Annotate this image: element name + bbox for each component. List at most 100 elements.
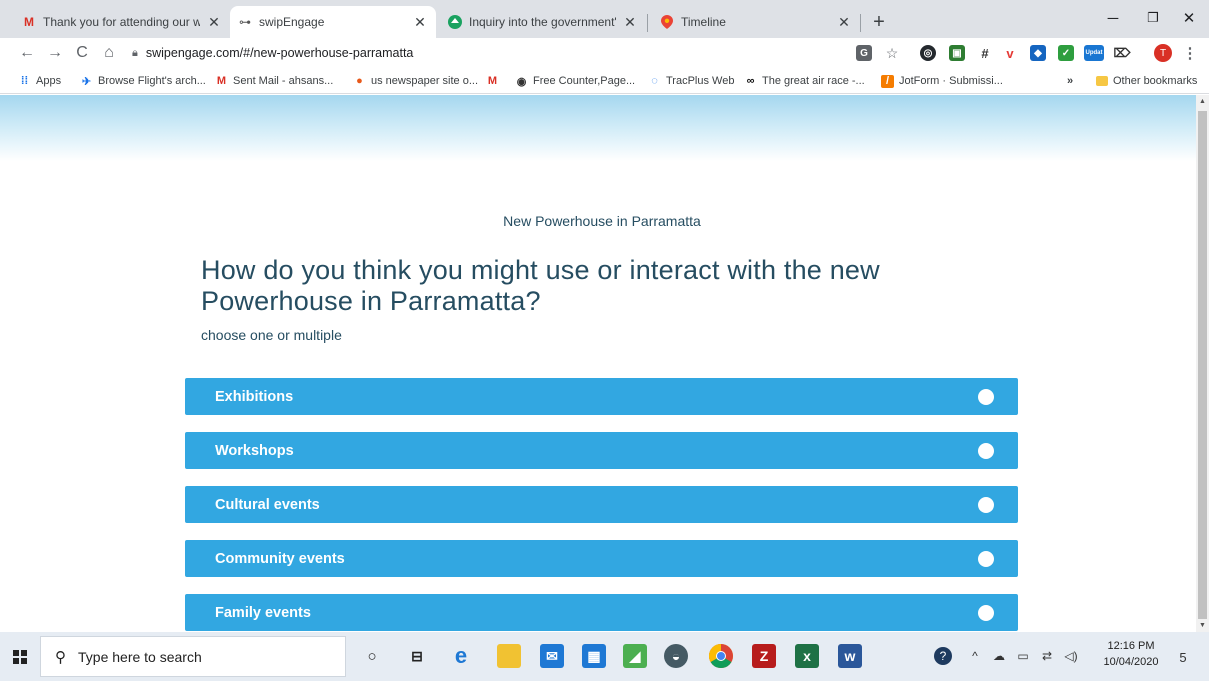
- option-radio[interactable]: [978, 496, 994, 513]
- tab-swipengage[interactable]: ⊶ swipEngage ✕: [230, 6, 436, 38]
- option-workshops[interactable]: Workshops: [185, 432, 1018, 469]
- close-icon[interactable]: ✕: [836, 14, 852, 30]
- filezilla-icon[interactable]: Z: [752, 644, 776, 668]
- question-hint: choose one or multiple: [201, 327, 342, 343]
- other-bookmarks-folder[interactable]: Other bookmarks: [1096, 72, 1197, 90]
- reload-button[interactable]: C: [71, 42, 93, 64]
- store-icon[interactable]: ▦: [582, 644, 606, 668]
- extension-update-icon[interactable]: Updat: [1084, 45, 1104, 61]
- close-icon[interactable]: ✕: [622, 14, 638, 30]
- swipengage-icon: ⊶: [239, 15, 251, 29]
- page-content: New Powerhouse in Parramatta How do you …: [0, 95, 1196, 632]
- close-icon[interactable]: ✕: [206, 14, 222, 30]
- photos-icon[interactable]: ◢: [623, 644, 647, 668]
- bookmark-tracplus[interactable]: ◌ TracPlus Web: [648, 72, 734, 90]
- jotform-icon: /: [881, 74, 894, 88]
- battery-icon[interactable]: ▭: [1014, 647, 1032, 665]
- scroll-down-arrow-icon[interactable]: ▼: [1196, 619, 1209, 632]
- bookmark-apps[interactable]: ⁞⁞ Apps: [18, 72, 61, 90]
- newspaper-icon: ●: [356, 75, 363, 87]
- extension-save-icon[interactable]: ▣: [949, 45, 965, 61]
- abc-logo-icon: ∞: [746, 75, 755, 87]
- extension-v-icon[interactable]: v: [1002, 45, 1018, 61]
- bookmark-label: JotForm · Submissi...: [899, 75, 1003, 87]
- excel-icon[interactable]: x: [795, 644, 819, 668]
- bookmark-newspaper[interactable]: ● us newspaper site o...: [353, 72, 478, 90]
- option-radio[interactable]: [978, 388, 994, 405]
- vertical-scrollbar[interactable]: ▲ ▼: [1196, 95, 1209, 632]
- tab-timeline[interactable]: Timeline ✕: [652, 6, 860, 38]
- option-radio[interactable]: [978, 442, 994, 459]
- tab-title: Inquiry into the government's ma: [469, 15, 616, 29]
- tab-gmail[interactable]: M Thank you for attending our web ✕: [14, 6, 230, 38]
- option-family-events[interactable]: Family events: [185, 594, 1018, 631]
- tab-inquiry[interactable]: Inquiry into the government's ma ✕: [440, 6, 646, 38]
- home-button[interactable]: ⌂: [98, 42, 120, 64]
- notification-center-icon[interactable]: 5: [1172, 646, 1194, 668]
- windows-taskbar: ⚲ Type here to search ○ ⊟ e ✉ ▦ ◢ ◒ Z x …: [0, 632, 1209, 681]
- lock-icon: 🔒︎: [132, 46, 138, 59]
- extension-photo-icon[interactable]: ◆: [1030, 45, 1046, 61]
- network-icon[interactable]: ⇄: [1038, 647, 1056, 665]
- chevron-up-icon[interactable]: ^: [966, 647, 984, 665]
- bookmark-label: us newspaper site o...: [371, 75, 479, 87]
- help-icon[interactable]: ?: [934, 647, 952, 665]
- extension-cursor-icon[interactable]: ⌦: [1114, 45, 1131, 61]
- tab-strip: M Thank you for attending our web ✕ ⊶ sw…: [0, 0, 1209, 38]
- mail-icon[interactable]: ✉: [540, 644, 564, 668]
- notification-count: 5: [1179, 649, 1187, 665]
- close-icon[interactable]: ✕: [412, 14, 428, 30]
- upvote-icon: [448, 15, 462, 29]
- star-icon[interactable]: ☆: [884, 45, 900, 61]
- task-view-icon[interactable]: ⊟: [405, 644, 429, 668]
- back-button[interactable]: ←: [16, 42, 38, 64]
- address-bar[interactable]: 🔒︎ swipengage.com/#/new-powerhouse-parra…: [132, 41, 912, 65]
- translate-icon[interactable]: G: [856, 45, 872, 61]
- new-tab-button[interactable]: +: [866, 9, 892, 35]
- option-label: Exhibitions: [215, 388, 294, 405]
- extension-check-icon[interactable]: ✓: [1058, 45, 1074, 61]
- bookmark-label: Free Counter,Page...: [533, 75, 636, 87]
- option-community-events[interactable]: Community events: [185, 540, 1018, 577]
- globe-icon: ◉: [516, 75, 527, 88]
- bookmark-sent-mail[interactable]: M Sent Mail - ahsans...: [215, 72, 333, 90]
- extension-hash-icon[interactable]: #: [977, 45, 993, 61]
- option-radio[interactable]: [978, 604, 994, 621]
- bookmark-gmail[interactable]: M: [486, 72, 504, 90]
- forward-button[interactable]: →: [44, 42, 66, 64]
- bookmarks-overflow-button[interactable]: »: [1067, 72, 1073, 90]
- start-button[interactable]: [0, 632, 40, 681]
- cortana-icon[interactable]: ○: [360, 644, 384, 668]
- profile-initial: T: [1159, 47, 1167, 59]
- apps-grid-icon: ⁞⁞: [20, 75, 29, 87]
- flight-icon: ✈: [81, 75, 92, 88]
- option-exhibitions[interactable]: Exhibitions: [185, 378, 1018, 415]
- scroll-thumb[interactable]: [1198, 111, 1207, 619]
- gmail-icon: M: [24, 15, 34, 29]
- profile-avatar[interactable]: T: [1154, 44, 1172, 62]
- bookmark-flight[interactable]: ✈ Browse Flight's arch...: [80, 72, 206, 90]
- close-window-button[interactable]: ✕: [1166, 4, 1209, 32]
- bookmark-jotform[interactable]: / JotForm · Submissi...: [881, 72, 1003, 90]
- edge-icon[interactable]: e: [449, 643, 473, 668]
- cloud-icon[interactable]: ☁: [990, 647, 1008, 665]
- option-label: Community events: [215, 550, 345, 567]
- taskbar-clock[interactable]: 12:16 PM 10/04/2020: [1102, 638, 1160, 670]
- taskbar-search[interactable]: ⚲ Type here to search: [40, 636, 346, 677]
- tab-divider: [647, 14, 648, 32]
- chrome-icon[interactable]: [709, 644, 733, 668]
- word-icon[interactable]: w: [838, 644, 862, 668]
- file-explorer-icon[interactable]: [497, 644, 521, 668]
- option-radio[interactable]: [978, 550, 994, 567]
- github-icon[interactable]: ◎: [920, 45, 936, 61]
- bookmark-label: The great air race -...: [762, 75, 865, 87]
- bookmark-free-counter[interactable]: ◉ Free Counter,Page...: [515, 72, 635, 90]
- menu-icon[interactable]: ⋮: [1182, 44, 1198, 62]
- volume-icon[interactable]: ◁): [1062, 647, 1080, 665]
- app-icon[interactable]: ◒: [664, 644, 688, 668]
- bookmark-air-race[interactable]: ∞ The great air race -...: [744, 72, 865, 90]
- extension-badge: Updat: [1085, 50, 1103, 56]
- scroll-up-arrow-icon[interactable]: ▲: [1196, 95, 1209, 108]
- header-banner: [0, 95, 1196, 161]
- option-cultural-events[interactable]: Cultural events: [185, 486, 1018, 523]
